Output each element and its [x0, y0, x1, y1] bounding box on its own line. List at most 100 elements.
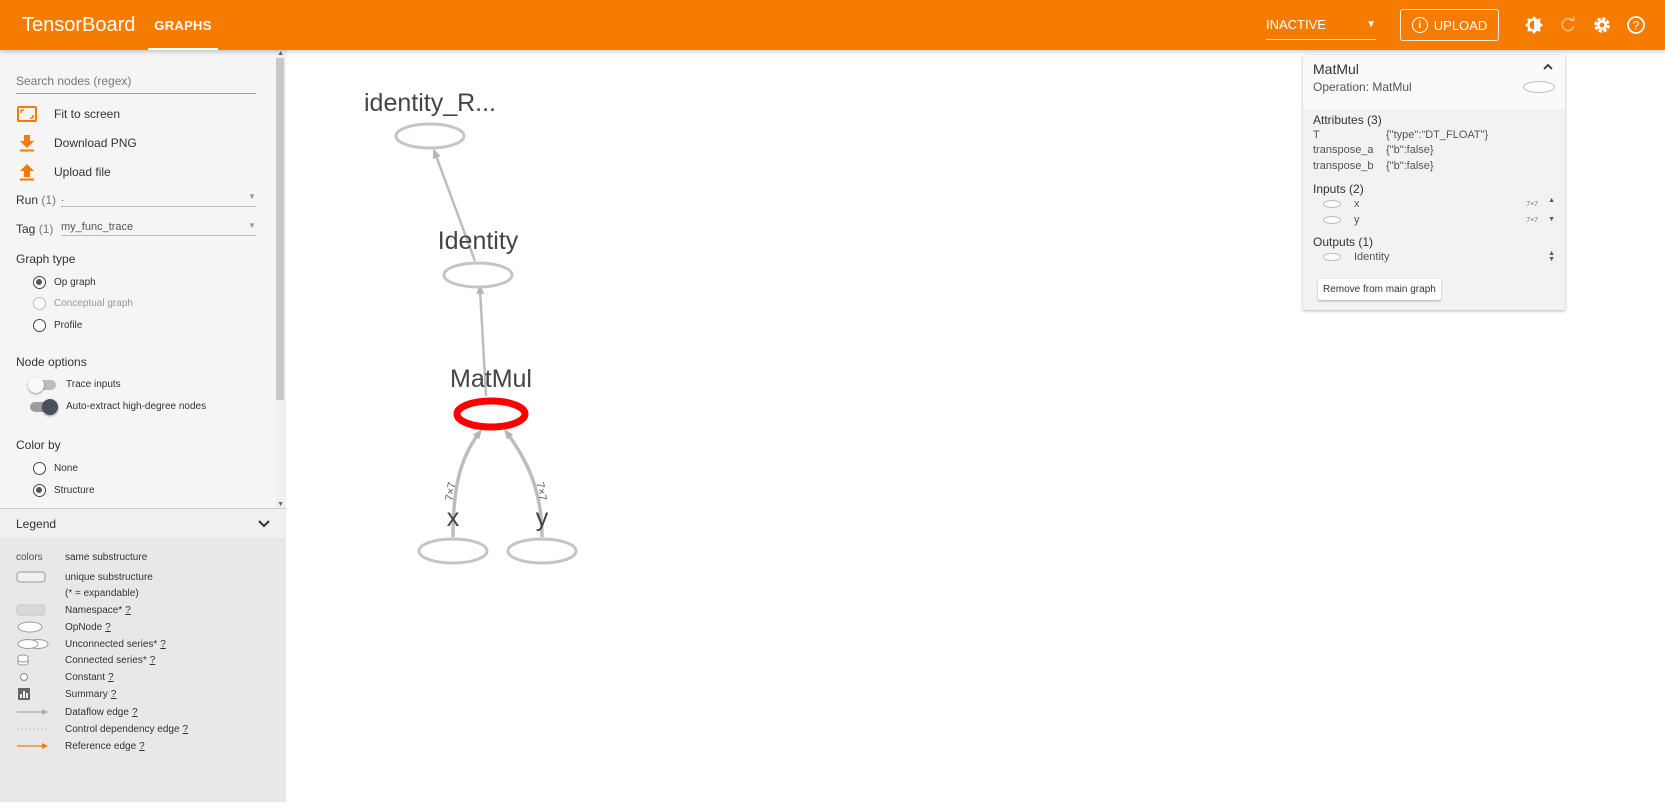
attribute-value: {"type":"DT_FLOAT"} — [1386, 129, 1489, 141]
radio-button-icon — [33, 297, 46, 310]
input-name: y — [1354, 214, 1360, 226]
input-row-y[interactable]: y 7×7 ▼ — [1323, 214, 1555, 226]
fit-to-screen-button[interactable]: Fit to screen — [16, 104, 120, 124]
legend-row: Summary? — [16, 688, 116, 700]
radio-profile[interactable]: Profile — [33, 319, 82, 332]
legend-label: Connected series* — [65, 654, 147, 666]
legend-help-link[interactable]: ? — [139, 741, 145, 752]
attribute-row: T {"type":"DT_FLOAT"} — [1313, 129, 1488, 141]
node-identity-r[interactable]: identity_R... — [364, 89, 496, 150]
attribute-value: {"b":false} — [1386, 144, 1434, 156]
status-value: INACTIVE — [1266, 17, 1326, 32]
tag-label: Tag — [16, 222, 36, 236]
graph-type-title: Graph type — [16, 252, 76, 266]
legend-help-link[interactable]: ? — [150, 655, 156, 666]
node-identity[interactable]: Identity — [438, 227, 519, 289]
expand-icon[interactable]: ▲ — [1548, 197, 1555, 210]
attributes-title: Attributes (3) — [1313, 113, 1382, 127]
scroll-down-icon[interactable]: ▼ — [277, 501, 284, 508]
input-shape: 7×7 — [1526, 200, 1539, 208]
tag-dropdown[interactable]: my_func_trace ▼ — [61, 221, 256, 236]
active-tab-indicator — [148, 48, 218, 50]
op-node-icon — [16, 621, 65, 633]
toggle-trace-inputs[interactable]: Trace inputs — [28, 376, 121, 393]
upload-file-label: Upload file — [54, 165, 111, 179]
theme-toggle-icon[interactable] — [1517, 8, 1551, 42]
radio-color-none-label: None — [54, 463, 78, 474]
chevron-down-icon — [258, 519, 270, 527]
radio-color-structure[interactable]: Structure — [33, 484, 95, 497]
radio-conceptual-graph-label: Conceptual graph — [54, 298, 133, 309]
settings-icon[interactable] — [1585, 8, 1619, 42]
legend-row: Control dependency edge? — [16, 723, 188, 735]
connected-series-icon — [16, 654, 65, 666]
input-shape: 7×7 — [1526, 216, 1539, 224]
run-dropdown[interactable]: . ▼ — [61, 192, 256, 207]
radio-button-icon — [33, 484, 46, 497]
upload-button-label: UPLOAD — [1433, 17, 1488, 33]
node-matmul[interactable]: MatMul — [450, 365, 532, 431]
radio-color-structure-label: Structure — [54, 485, 95, 496]
op-node-icon — [1523, 81, 1555, 93]
download-png-label: Download PNG — [54, 136, 137, 150]
node-options-title: Node options — [16, 355, 87, 369]
search-placeholder: Search nodes (regex) — [16, 74, 132, 88]
attribute-row: transpose_b {"b":false} — [1313, 160, 1434, 172]
legend-help-link[interactable]: ? — [183, 724, 189, 735]
expand-icon[interactable]: ▼ — [1548, 216, 1555, 223]
legend-help-link[interactable]: ? — [132, 707, 138, 718]
legend-help-link[interactable]: ? — [160, 639, 166, 650]
upload-button[interactable]: i UPLOAD — [1400, 9, 1499, 41]
output-row-identity[interactable]: Identity ▲ ▼ — [1323, 250, 1555, 263]
search-input[interactable]: Search nodes (regex) — [16, 72, 256, 94]
outputs-title: Outputs (1) — [1313, 235, 1374, 249]
radio-button-icon — [33, 462, 46, 475]
legend-row: OpNode? — [16, 621, 111, 633]
attribute-value: {"b":false} — [1386, 160, 1434, 172]
status-dropdown[interactable]: INACTIVE ▼ — [1266, 10, 1376, 40]
expand-icon[interactable]: ▲ ▼ — [1548, 250, 1555, 263]
chevron-up-icon[interactable] — [1543, 61, 1553, 73]
legend-row: colors same substructure — [16, 552, 147, 563]
download-png-button[interactable]: Download PNG — [16, 133, 137, 153]
tag-value: my_func_trace — [61, 221, 134, 233]
legend-help-link[interactable]: ? — [108, 672, 114, 683]
legend-label: Summary — [65, 688, 108, 700]
tab-graphs-label: GRAPHS — [154, 17, 212, 33]
input-row-x[interactable]: x 7×7 ▲ — [1323, 197, 1555, 210]
tab-graphs[interactable]: GRAPHS — [148, 0, 218, 50]
radio-op-graph[interactable]: Op graph — [33, 276, 96, 289]
svg-text:?: ? — [1633, 19, 1640, 33]
color-by-title: Color by — [16, 438, 61, 452]
attribute-key: transpose_a — [1313, 144, 1374, 156]
legend-help-link[interactable]: ? — [111, 689, 117, 700]
op-node-icon — [1323, 216, 1341, 224]
control-edge-icon — [16, 723, 65, 735]
upload-file-button[interactable]: Upload file — [16, 162, 111, 182]
input-name: x — [1354, 198, 1360, 210]
toggle-auto-extract[interactable]: Auto-extract high-degree nodes — [28, 398, 206, 415]
legend-colors-label: colors — [16, 552, 43, 563]
op-node-icon — [1323, 253, 1341, 261]
radio-conceptual-graph[interactable]: Conceptual graph — [33, 297, 133, 310]
legend-help-link[interactable]: ? — [105, 622, 111, 633]
scrollbar-thumb[interactable] — [276, 58, 284, 400]
run-label: Run — [16, 193, 39, 207]
output-name: Identity — [1354, 251, 1390, 263]
legend-help-link[interactable]: ? — [125, 605, 131, 616]
refresh-icon[interactable] — [1551, 8, 1585, 42]
legend-label: Dataflow edge — [65, 706, 129, 718]
help-icon[interactable]: ? — [1619, 8, 1653, 42]
node-label: y — [536, 504, 549, 532]
legend-label: Control dependency edge — [65, 723, 180, 735]
chevron-down-icon: ▼ — [1366, 19, 1376, 30]
sidebar-scrollbar[interactable]: ▲ ▼ — [276, 50, 286, 508]
radio-color-none[interactable]: None — [33, 462, 78, 475]
legend-row: Namespace*? — [16, 604, 131, 616]
legend-header[interactable]: Legend — [0, 508, 286, 538]
legend-label: Unconnected series* — [65, 638, 158, 650]
remove-from-main-graph-button[interactable]: Remove from main graph — [1318, 279, 1441, 300]
upload-icon — [16, 162, 38, 182]
scroll-up-icon[interactable]: ▲ — [277, 50, 284, 57]
dataflow-edge-icon — [16, 706, 65, 718]
